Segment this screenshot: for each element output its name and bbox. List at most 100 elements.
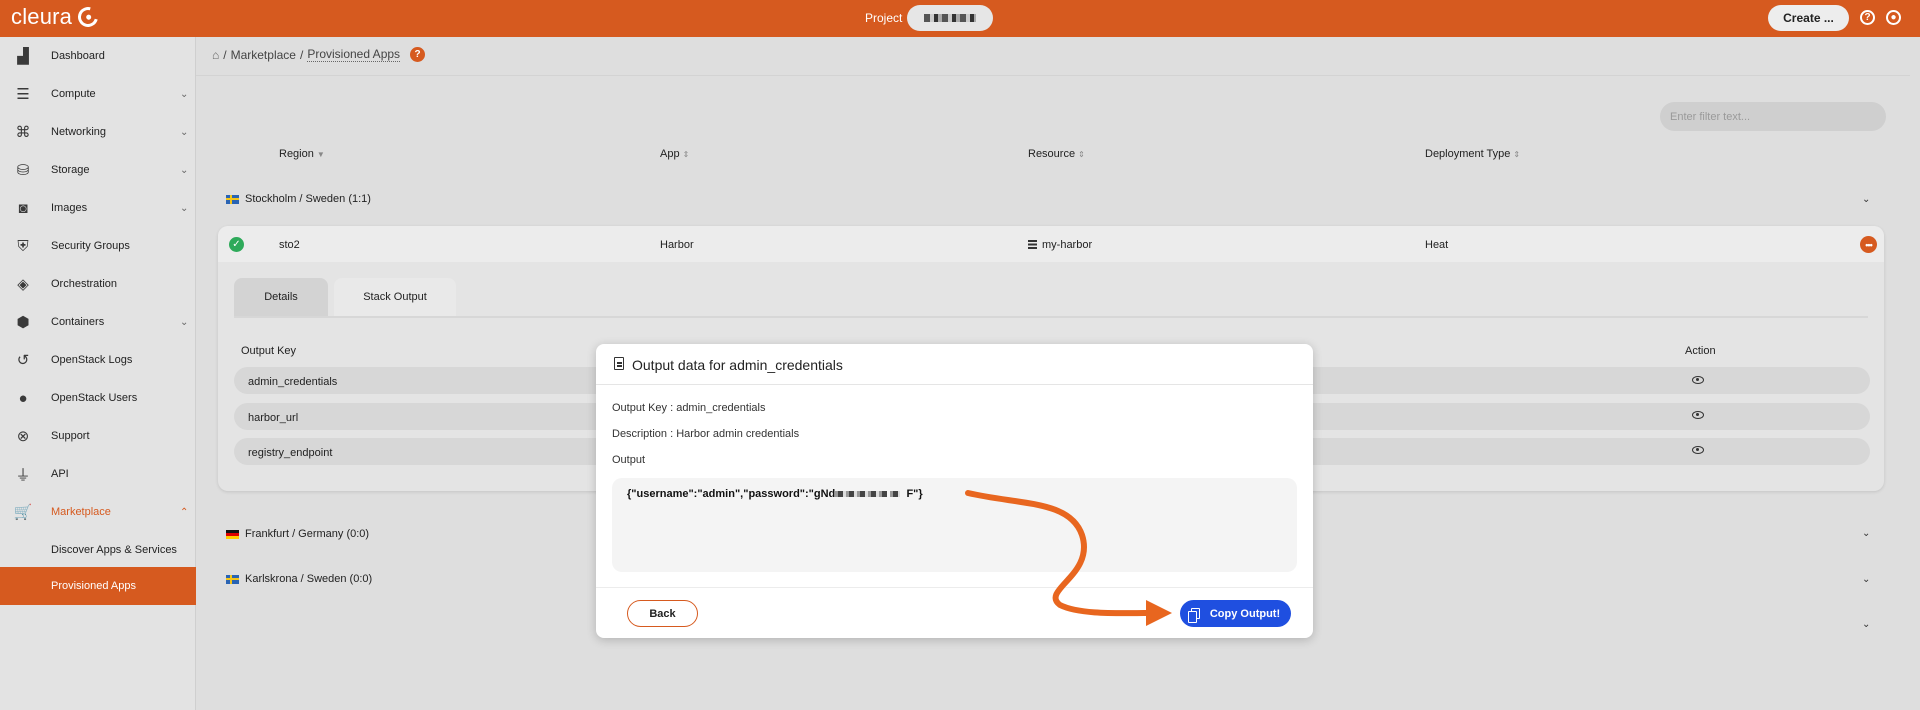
user-icon: ●: [18, 389, 28, 407]
cell-deployment-type: Heat: [1425, 239, 1449, 251]
column-header-label: Deployment Type: [1425, 148, 1511, 160]
chevron-up-icon: ⌃: [180, 506, 189, 518]
modal-header: Output data for admin_credentials: [596, 344, 1313, 385]
sidebar-item-label: Security Groups: [51, 240, 130, 252]
resource-label: my-harbor: [1042, 239, 1093, 251]
header-divider: [196, 75, 1910, 76]
column-header-region[interactable]: Region ▼: [279, 148, 325, 160]
sidebar-item-label: Discover Apps & Services: [51, 544, 177, 556]
column-header-resource[interactable]: Resource ⇕: [1028, 148, 1085, 160]
home-icon[interactable]: ⌂: [212, 48, 219, 62]
project-label: Project: [865, 11, 903, 25]
cleura-logo-icon: [74, 3, 102, 31]
project-name-redacted: [924, 14, 976, 22]
copy-output-label: Copy Output!: [1209, 607, 1281, 620]
sidebar-item-label: Support: [51, 430, 90, 442]
action-header: Action: [1685, 345, 1716, 357]
chevron-down-icon[interactable]: ⌄: [1862, 194, 1870, 205]
sidebar-item-security-groups[interactable]: ⛨ Security Groups: [0, 227, 196, 265]
history-icon: ↺: [16, 352, 30, 369]
sidebar-subitem-provisioned-apps[interactable]: Provisioned Apps: [0, 567, 196, 605]
stack-icon: [1028, 240, 1037, 249]
output-label: Output: [612, 454, 646, 466]
output-key-line: Output Key : admin_credentials: [612, 402, 766, 414]
sort-desc-icon: ▼: [316, 149, 325, 159]
chevron-down-icon[interactable]: ⌄: [1862, 574, 1870, 585]
sidebar-item-images[interactable]: ◙ Images ⌄: [0, 189, 196, 227]
sidebar-item-api[interactable]: ⏚ API: [0, 455, 196, 493]
chevron-down-icon: ⌄: [180, 126, 189, 138]
sidebar-item-label: Storage: [51, 164, 90, 176]
output-modal: Output data for admin_credentials Output…: [596, 344, 1313, 638]
network-icon: ⌘: [15, 124, 31, 141]
sidebar-item-compute[interactable]: ☰ Compute ⌄: [0, 75, 196, 113]
detail-tabs: Details Stack Output: [234, 278, 456, 316]
output-value-prefix: {"username":"admin","password":"gNd: [627, 488, 836, 500]
eye-icon[interactable]: [1692, 446, 1704, 454]
tab-details[interactable]: Details: [234, 278, 328, 316]
sidebar-item-containers[interactable]: ⬢ Containers ⌄: [0, 303, 196, 341]
chevron-down-icon: ⌄: [180, 164, 189, 176]
column-header-label: Region: [279, 148, 314, 160]
region-group-stockholm[interactable]: Stockholm / Sweden (1:1): [226, 193, 371, 205]
sidebar-item-dashboard[interactable]: ▟ Dashboard: [0, 37, 196, 75]
cell-region: sto2: [279, 239, 300, 251]
column-header-app[interactable]: App ⇕: [660, 148, 689, 160]
chevron-down-icon: ⌄: [180, 316, 189, 328]
description-line: Description : Harbor admin credentials: [612, 428, 800, 440]
sidebar-item-label: Orchestration: [51, 278, 118, 290]
copy-icon: [1187, 608, 1200, 623]
lifebuoy-icon: ⊗: [16, 428, 30, 445]
eye-icon[interactable]: [1692, 376, 1704, 384]
camera-icon: ◙: [18, 199, 28, 217]
region-group-label: Frankfurt / Germany (0:0): [245, 528, 370, 540]
top-bar: cleura Project Create ... ? ●: [0, 0, 1920, 37]
document-icon: [614, 357, 624, 370]
region-group-label: Karlskrona / Sweden (0:0): [245, 573, 373, 585]
output-textarea[interactable]: {"username":"admin","password":"gNd F"}: [612, 478, 1297, 572]
chevron-down-icon[interactable]: ⌄: [1862, 528, 1870, 539]
sidebar-item-label: API: [51, 468, 69, 480]
output-key-label: registry_endpoint: [248, 447, 333, 459]
create-button[interactable]: Create ...: [1768, 5, 1849, 31]
region-group-frankfurt[interactable]: Frankfurt / Germany (0:0): [226, 528, 369, 540]
back-button[interactable]: Back: [627, 600, 698, 627]
copy-output-button[interactable]: Copy Output!: [1180, 600, 1291, 627]
sidebar-item-support[interactable]: ⊗ Support: [0, 417, 196, 455]
status-ok-icon: ✓: [229, 237, 244, 252]
box-icon: ⬢: [16, 314, 30, 331]
column-header-deployment-type[interactable]: Deployment Type ⇕: [1425, 148, 1520, 160]
sidebar-item-openstack-logs[interactable]: ↺ OpenStack Logs: [0, 341, 196, 379]
sidebar-item-label: Provisioned Apps: [51, 580, 136, 592]
modal-title: Output data for admin_credentials: [632, 357, 843, 373]
project-selector[interactable]: [907, 5, 993, 31]
cell-app: Harbor: [660, 239, 694, 251]
eye-icon[interactable]: [1692, 411, 1704, 419]
sidebar-item-label: OpenStack Users: [51, 392, 138, 404]
sweden-flag-icon: [226, 574, 239, 584]
servers-icon: ☰: [16, 86, 30, 103]
region-group-karlskrona[interactable]: Karlskrona / Sweden (0:0): [226, 573, 372, 585]
region-group-label: Stockholm / Sweden (1:1): [245, 193, 371, 205]
user-circle-icon[interactable]: ●: [1886, 10, 1901, 25]
redacted-text: [890, 491, 901, 498]
sidebar-item-orchestration[interactable]: ◈ Orchestration: [0, 265, 196, 303]
sidebar-item-marketplace[interactable]: 🛒 Marketplace ⌃: [0, 493, 196, 531]
sidebar-subitem-discover-apps[interactable]: Discover Apps & Services: [0, 531, 196, 569]
sort-icon: ⇕: [682, 149, 690, 159]
cell-resource[interactable]: my-harbor: [1028, 239, 1092, 251]
filter-input[interactable]: [1660, 102, 1886, 131]
chevron-down-icon: ⌄: [180, 88, 189, 100]
question-circle-icon[interactable]: ?: [1860, 10, 1875, 25]
chevron-down-icon[interactable]: ⌄: [1862, 619, 1870, 630]
output-key-header: Output Key: [241, 345, 297, 357]
brand-logo[interactable]: cleura: [11, 3, 102, 31]
tab-stack-output[interactable]: Stack Output: [334, 278, 456, 316]
more-actions-icon[interactable]: •••: [1860, 236, 1877, 253]
sidebar-item-storage[interactable]: ⛁ Storage ⌄: [0, 151, 196, 189]
output-value: {"username":"admin","password":"gNd F"}: [627, 488, 923, 500]
help-icon[interactable]: ?: [410, 47, 426, 62]
sidebar-item-openstack-users[interactable]: ● OpenStack Users: [0, 379, 196, 417]
breadcrumb-marketplace[interactable]: Marketplace: [231, 48, 296, 62]
sidebar-item-networking[interactable]: ⌘ Networking ⌄: [0, 113, 196, 151]
